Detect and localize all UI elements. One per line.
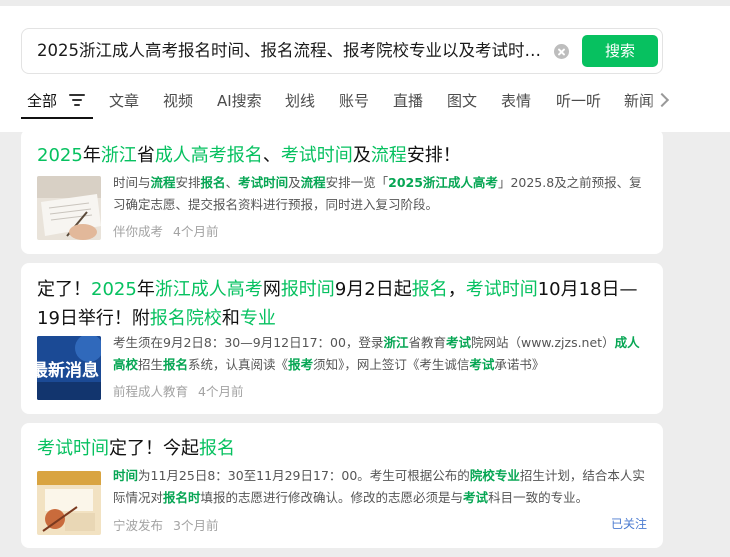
highlighted-keyword: 报名	[163, 357, 189, 372]
clear-icon[interactable]	[554, 44, 569, 59]
tab-bar: 全部 文章 视频 AI搜索 划线 账号 直播 图文 表情 听一听 新闻	[21, 86, 730, 120]
result-meta: 伴你成考 4个月前	[113, 221, 218, 240]
text-segment: 须知》，网上签订《考生诚信	[313, 357, 470, 372]
search-button[interactable]: 搜索	[582, 35, 658, 67]
result-title[interactable]: 考试时间定了！今起报名	[37, 434, 645, 463]
text-segment: 9月2日起	[334, 279, 412, 300]
search-input[interactable]: 2025浙江成人高考报名时间、报名流程、报考院校专业以及考试时间安排	[37, 29, 542, 73]
highlighted-keyword: 报名时	[163, 490, 201, 505]
highlighted-keyword: 院校专业	[469, 468, 520, 483]
tab-highlights[interactable]: 划线	[285, 86, 315, 116]
text-segment: 定了！	[37, 279, 91, 300]
active-tab-underline	[21, 117, 93, 119]
result-meta: 宁波发布 3个月前	[113, 515, 218, 534]
text-segment: 年	[82, 145, 101, 166]
highlighted-keyword: 考试	[463, 490, 489, 505]
highlighted-keyword: 报时间	[280, 279, 335, 300]
highlighted-keyword: 报名	[199, 438, 235, 459]
highlighted-keyword: 专业	[239, 308, 276, 329]
highlighted-keyword: 考试时间	[238, 175, 289, 190]
result-summary: 考生须在9月2日8：30—9月12日17：00，登录浙江省教育考试院网站（www…	[113, 332, 645, 376]
highlighted-keyword: 报名	[411, 279, 448, 300]
text-segment: 招生	[138, 357, 164, 372]
result-summary: 时间与流程安排报名、考试时间及流程安排一览「2025浙江成人高考」2025.8及…	[113, 172, 645, 216]
highlighted-keyword: 浙江	[100, 145, 137, 166]
highlighted-keyword: 浙江成人高考	[154, 279, 263, 300]
text-segment: 考生须在9月2日8：30—9月12日17：00，登录	[113, 335, 384, 350]
tab-listen[interactable]: 听一听	[556, 86, 601, 116]
text-segment: 年	[136, 279, 155, 300]
highlighted-keyword: 考试时间	[37, 438, 109, 459]
highlighted-keyword: 成人高考报名	[154, 145, 263, 166]
result-summary: 时间为11月25日8：30至11月29日17：00。考生可根据公布的院校专业招生…	[113, 465, 645, 509]
result-title[interactable]: 定了！2025年浙江成人高考网报时间9月2日起报名，考试时间10月18日—19日…	[37, 275, 645, 333]
result-title[interactable]: 2025年浙江省成人高考报名、考试时间及流程安排！	[37, 141, 645, 170]
text-segment: 及	[352, 145, 371, 166]
result-card[interactable]: 考试时间定了！今起报名 时间为11月25日8：30至11月29日17：00。考生…	[21, 423, 663, 548]
followed-badge: 已关注	[610, 517, 647, 531]
text-segment: 安排一览「	[325, 175, 389, 190]
highlighted-keyword: 时间	[113, 468, 139, 483]
highlighted-keyword: 考试时间	[280, 145, 353, 166]
text-segment: 、	[225, 175, 239, 190]
text-segment: 、	[262, 145, 281, 166]
highlighted-keyword: 考试	[469, 357, 495, 372]
highlighted-keyword: 考试	[445, 335, 471, 350]
tab-all[interactable]: 全部	[27, 86, 57, 116]
highlighted-keyword: 流程	[150, 175, 176, 190]
thumbnail-caption: 最新消息	[37, 361, 99, 381]
result-source[interactable]: 伴你成考	[113, 224, 163, 239]
text-segment: 及	[288, 175, 301, 190]
tab-accounts[interactable]: 账号	[339, 86, 369, 116]
text-segment: 定了！今起	[109, 438, 199, 459]
result-source[interactable]: 宁波发布	[113, 518, 163, 533]
result-thumbnail	[37, 471, 101, 535]
result-time: 3个月前	[173, 518, 219, 533]
tab-articles[interactable]: 文章	[109, 86, 139, 116]
result-time: 4个月前	[173, 224, 219, 239]
tab-image-text[interactable]: 图文	[447, 86, 477, 116]
text-segment: 为11月25日8：30至11月29日17：00。考生可根据公布的	[138, 468, 470, 483]
text-segment: 承诺书》	[494, 357, 545, 372]
chevron-right-icon[interactable]	[649, 86, 675, 116]
highlighted-keyword: 2025浙江成人高考	[388, 175, 498, 190]
text-segment: 省	[136, 145, 155, 166]
result-time: 4个月前	[198, 384, 244, 399]
highlighted-keyword: 浙江	[383, 335, 409, 350]
top-bar: 2025浙江成人高考报名时间、报名流程、报考院校专业以及考试时间安排 搜索 全部…	[0, 0, 730, 132]
highlighted-keyword: 2025	[37, 145, 83, 166]
result-card[interactable]: 定了！2025年浙江成人高考网报时间9月2日起报名，考试时间10月18日—19日…	[21, 263, 663, 414]
highlighted-keyword: 报考	[288, 357, 314, 372]
text-segment: 省教育	[408, 335, 446, 350]
text-segment: 安排！	[406, 145, 461, 166]
tab-stickers[interactable]: 表情	[501, 86, 531, 116]
text-segment: 安排	[175, 175, 201, 190]
result-meta: 前程成人教育 4个月前	[113, 381, 243, 400]
highlighted-keyword: 2025	[91, 279, 137, 300]
text-segment: 网	[262, 279, 281, 300]
text-segment: ，	[447, 279, 466, 300]
text-segment: 科目一致的专业。	[488, 490, 589, 505]
result-card[interactable]: 2025年浙江省成人高考报名、考试时间及流程安排！ 时间与流程安排报名、考试时间…	[21, 129, 663, 254]
search-box[interactable]: 2025浙江成人高考报名时间、报名流程、报考院校专业以及考试时间安排 搜索	[21, 28, 663, 74]
text-segment: 和	[221, 308, 240, 329]
highlighted-keyword: 报名	[200, 175, 226, 190]
tab-ai-search[interactable]: AI搜索	[217, 86, 262, 116]
highlighted-keyword: 流程	[370, 145, 407, 166]
text-segment: 填报的志愿进行修改确认。修改的志愿必须是与	[200, 490, 464, 505]
result-source[interactable]: 前程成人教育	[113, 384, 188, 399]
tab-videos[interactable]: 视频	[163, 86, 193, 116]
filter-icon[interactable]	[69, 94, 85, 108]
tab-live[interactable]: 直播	[393, 86, 423, 116]
highlighted-keyword: 流程	[300, 175, 326, 190]
text-segment: 院网站（www.zjzs.net）	[470, 335, 615, 350]
result-thumbnail	[37, 176, 101, 240]
result-thumbnail: 最新消息	[37, 336, 101, 400]
highlighted-keyword: 报名院校	[149, 308, 222, 329]
highlighted-keyword: 考试时间	[465, 279, 538, 300]
text-segment: 时间与	[113, 175, 151, 190]
text-segment: 系统，认真阅读《	[188, 357, 289, 372]
